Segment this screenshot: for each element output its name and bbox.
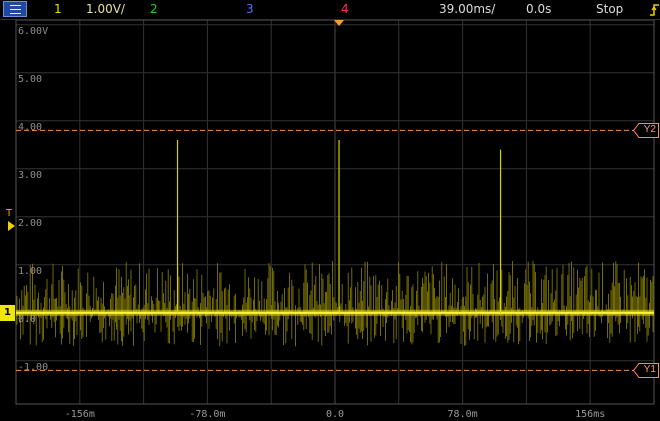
cursor-y2-label: Y2	[643, 124, 656, 136]
x-tick-label: 0.0	[325, 409, 345, 420]
run-state[interactable]: Stop	[596, 2, 623, 16]
cursor-y2-tag[interactable]: Y2	[633, 123, 659, 139]
trigger-edge-icon	[650, 4, 659, 16]
x-tick-label: 78.0m	[447, 409, 478, 420]
channel1-number[interactable]: 1	[54, 2, 62, 16]
y-tick-label: 6.00V	[18, 25, 49, 37]
channel1-scale[interactable]: 1.00V/	[86, 2, 125, 16]
menu-icon[interactable]	[3, 1, 27, 17]
y-tick-label: 3.00	[18, 169, 43, 181]
channel1-ground-marker[interactable]: 1	[0, 304, 15, 321]
x-tick-label: -156m	[64, 409, 95, 420]
waveform-svg	[0, 20, 660, 421]
channel1-marker-label: 1	[4, 306, 11, 318]
delay-value[interactable]: 0.0s	[526, 2, 551, 16]
trigger-level-marker-icon[interactable]	[8, 221, 16, 232]
x-tick-label: -78.0m	[189, 409, 226, 420]
y-tick-label: 4.00	[18, 121, 43, 133]
top-status-bar: 1 1.00V/ 2 3 4 39.00ms/ 0.0s Stop	[0, 0, 660, 20]
y-tick-label: 1.00	[18, 265, 43, 277]
cursor-y1-label: Y1	[643, 364, 656, 376]
y-tick-label: 2.00	[18, 217, 43, 229]
x-tick-label: 156ms	[575, 409, 606, 420]
channel4-number[interactable]: 4	[341, 2, 349, 16]
channel2-number[interactable]: 2	[150, 2, 158, 16]
timebase-value[interactable]: 39.00ms/	[439, 2, 495, 16]
trigger-level-label: T	[6, 208, 13, 220]
waveform-display[interactable]: 6.00V 5.00 4.00 3.00 2.00 1.00 0.0 -1.00 -156m -…	[0, 20, 660, 421]
y-tick-label: 0.0	[18, 313, 37, 325]
y-tick-label: -1.00	[18, 361, 49, 373]
channel3-number[interactable]: 3	[246, 2, 254, 16]
y-tick-label: 5.00	[18, 73, 43, 85]
cursor-y1-tag[interactable]: Y1	[633, 363, 659, 379]
